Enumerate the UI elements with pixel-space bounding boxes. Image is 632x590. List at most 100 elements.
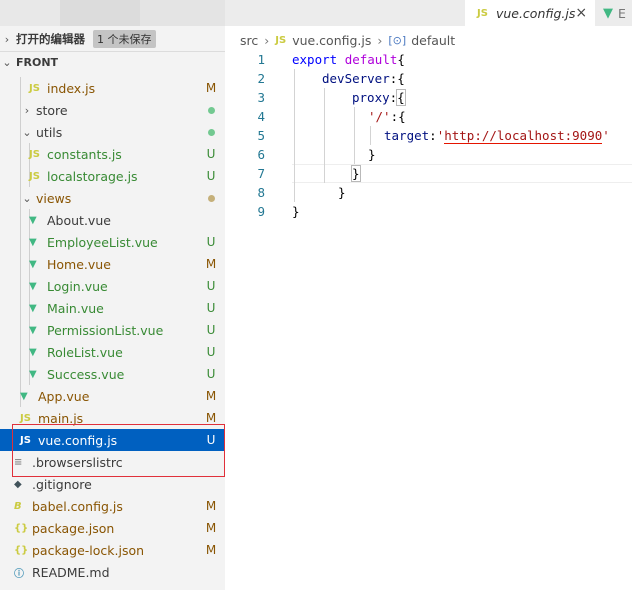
chevron-down-icon: ⌄: [2, 56, 12, 69]
tree-item-store[interactable]: › store: [0, 99, 225, 121]
line-number: 1: [257, 52, 265, 67]
unsaved-badge: 1 个未保存: [93, 30, 156, 48]
text-file-icon: ≡: [14, 456, 23, 468]
file-name: App.vue: [38, 388, 90, 404]
vue-file-icon: ▼: [29, 280, 37, 292]
js-file-icon: JS: [29, 170, 40, 182]
blur-block: [225, 0, 465, 26]
chevron-down-icon: ⌄: [22, 125, 32, 139]
line-number: 7: [257, 166, 265, 181]
tree-item-readme-md[interactable]: ⓘ README.md: [0, 561, 225, 583]
blur-block: [140, 0, 225, 26]
git-badge: U: [206, 433, 216, 447]
js-file-icon: JS: [20, 434, 31, 446]
code-line: proxy:{: [352, 89, 406, 106]
file-name: RoleList.vue: [47, 344, 123, 360]
file-name: Success.vue: [47, 366, 125, 382]
folder-section-header[interactable]: ⌄ FRONT: [0, 51, 225, 73]
tab-vue-config-js[interactable]: JS vue.config.js ×: [465, 0, 595, 26]
tree-item-browserslistrc[interactable]: ≡ .browserslistrc: [0, 451, 225, 473]
line-number: 4: [257, 109, 265, 124]
section-title: FRONT: [16, 56, 59, 69]
close-icon[interactable]: ×: [575, 5, 587, 21]
chevron-right-icon: ›: [4, 32, 10, 46]
line-number: 2: [257, 71, 265, 86]
vue-file-icon: ▼: [29, 258, 37, 270]
git-badge: U: [206, 147, 216, 161]
breadcrumb-symbol[interactable]: default: [411, 33, 455, 48]
git-badge: U: [206, 279, 216, 293]
tree-item-about-vue[interactable]: ▼ About.vue: [0, 209, 225, 231]
js-file-icon: JS: [275, 34, 287, 46]
line-number: 6: [257, 147, 265, 162]
file-name: About.vue: [47, 212, 111, 228]
tree-item-constants-js[interactable]: JS constants.js U: [0, 143, 225, 165]
editor-area: JS vue.config.js × ▼ E src › JS vue.conf…: [225, 0, 632, 590]
tree-item-employeelist-vue[interactable]: ▼ EmployeeList.vue U: [0, 231, 225, 253]
tree-item-index-js[interactable]: JS index.js M: [0, 77, 225, 99]
js-file-icon: JS: [477, 7, 488, 19]
vue-file-icon: ▼: [29, 368, 37, 380]
file-name: main.js: [38, 410, 84, 426]
git-badge: U: [206, 169, 216, 183]
vue-file-icon: ▼: [20, 390, 28, 402]
tree-item-success-vue[interactable]: ▼ Success.vue U: [0, 363, 225, 385]
git-badge: M: [205, 521, 217, 535]
code-line: }: [292, 204, 300, 219]
file-name: .gitignore: [32, 476, 92, 492]
file-name: vue.config.js: [38, 432, 118, 448]
tree-item-package-json[interactable]: {} package.json M: [0, 517, 225, 539]
js-file-icon: JS: [29, 148, 40, 160]
code-line: }: [338, 185, 346, 200]
file-name: package-lock.json: [32, 542, 145, 558]
tree-item-permissionlist-vue[interactable]: ▼ PermissionList.vue U: [0, 319, 225, 341]
tree-item-package-lock-json[interactable]: {} package-lock.json M: [0, 539, 225, 561]
tree-item-vue-config-js[interactable]: JS vue.config.js U: [0, 429, 225, 451]
breadcrumb-folder[interactable]: src: [240, 33, 258, 48]
tree-item-login-vue[interactable]: ▼ Login.vue U: [0, 275, 225, 297]
open-editors-label: 打开的编辑器: [16, 32, 85, 46]
tree-item-views[interactable]: ⌄ views: [0, 187, 225, 209]
git-badge: M: [205, 411, 217, 425]
code-line: }: [351, 165, 361, 182]
tree-item-localstorage-js[interactable]: JS localstorage.js U: [0, 165, 225, 187]
tree-item-gitignore[interactable]: ◆ .gitignore: [0, 473, 225, 495]
tree-item-main-js[interactable]: JS main.js M: [0, 407, 225, 429]
git-dot-badge: [197, 191, 225, 205]
line-number: 9: [257, 204, 265, 219]
tree-item-main-vue[interactable]: ▼ Main.vue U: [0, 297, 225, 319]
tree-item-app-vue[interactable]: ▼ App.vue M: [0, 385, 225, 407]
file-name: Main.vue: [47, 300, 104, 316]
blurred-header: [0, 0, 225, 26]
code-line: '/':{: [368, 109, 406, 124]
symbol-icon: [⊙]: [388, 33, 407, 47]
git-badge: U: [206, 345, 216, 359]
folder-name: store: [36, 102, 68, 118]
open-editors-header[interactable]: › 打开的编辑器 1 个未保存: [0, 28, 225, 50]
json-file-icon: {}: [14, 522, 29, 534]
chevron-right-icon: ›: [377, 32, 383, 48]
js-file-icon: JS: [29, 82, 40, 94]
current-line-highlight: [292, 164, 632, 183]
vue-file-icon: ▼: [29, 346, 37, 358]
explorer-sidebar: › 打开的编辑器 1 个未保存 ⌄ FRONT JS index.js M › …: [0, 0, 225, 590]
git-badge: U: [206, 235, 216, 249]
blur-block: [0, 0, 60, 26]
git-dot-badge: [197, 125, 225, 139]
breadcrumb-file[interactable]: vue.config.js: [292, 33, 371, 48]
tree-item-rolelist-vue[interactable]: ▼ RoleList.vue U: [0, 341, 225, 363]
vue-file-icon: ▼: [29, 214, 37, 226]
vue-file-icon: ▼: [29, 324, 37, 336]
git-badge: M: [205, 257, 217, 271]
tree-item-babel-config-js[interactable]: B babel.config.js M: [0, 495, 225, 517]
file-name: Home.vue: [47, 256, 111, 272]
git-badge: U: [206, 367, 216, 381]
babel-file-icon: B: [14, 500, 22, 512]
file-name: constants.js: [47, 146, 122, 162]
indent-guide: [294, 69, 295, 202]
tree-item-home-vue[interactable]: ▼ Home.vue M: [0, 253, 225, 275]
git-badge: M: [205, 499, 217, 513]
tree-item-utils[interactable]: ⌄ utils: [0, 121, 225, 143]
code-url: http://localhost:9090: [444, 128, 603, 144]
tab-other[interactable]: ▼ E: [595, 0, 632, 26]
